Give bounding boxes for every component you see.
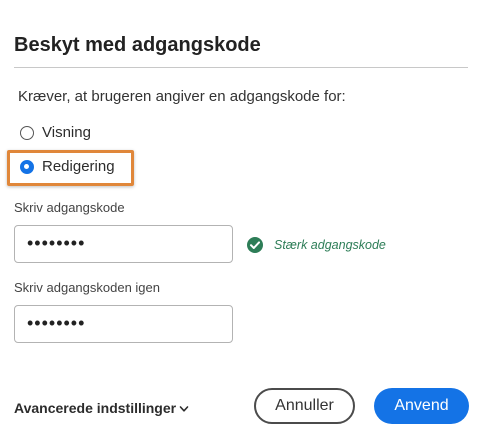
highlight-box bbox=[7, 150, 134, 186]
advanced-settings-toggle[interactable]: Avancerede indstillinger bbox=[14, 400, 189, 416]
dialog-title: Beskyt med adgangskode bbox=[14, 34, 261, 56]
confirm-password-input[interactable]: •••••••• bbox=[14, 305, 233, 343]
password-input[interactable]: •••••••• bbox=[14, 225, 233, 263]
radio-label-viewing: Visning bbox=[42, 124, 91, 141]
requirement-prompt: Kræver, at brugeren angiver en adgangsko… bbox=[18, 88, 346, 105]
chevron-down-icon bbox=[179, 406, 189, 412]
password-label: Skriv adgangskode bbox=[14, 200, 125, 215]
apply-button[interactable]: Anvend bbox=[374, 388, 469, 424]
title-divider bbox=[14, 67, 468, 68]
radio-option-viewing[interactable]: Visning bbox=[20, 124, 91, 141]
strength-text: Stærk adgangskode bbox=[274, 238, 386, 252]
confirm-password-label: Skriv adgangskoden igen bbox=[14, 280, 160, 295]
radio-button-viewing[interactable] bbox=[20, 125, 34, 140]
check-circle-icon bbox=[247, 237, 263, 253]
cancel-button[interactable]: Annuller bbox=[254, 388, 355, 424]
advanced-settings-label: Avancerede indstillinger bbox=[14, 400, 177, 416]
password-strength: Stærk adgangskode bbox=[246, 236, 386, 254]
